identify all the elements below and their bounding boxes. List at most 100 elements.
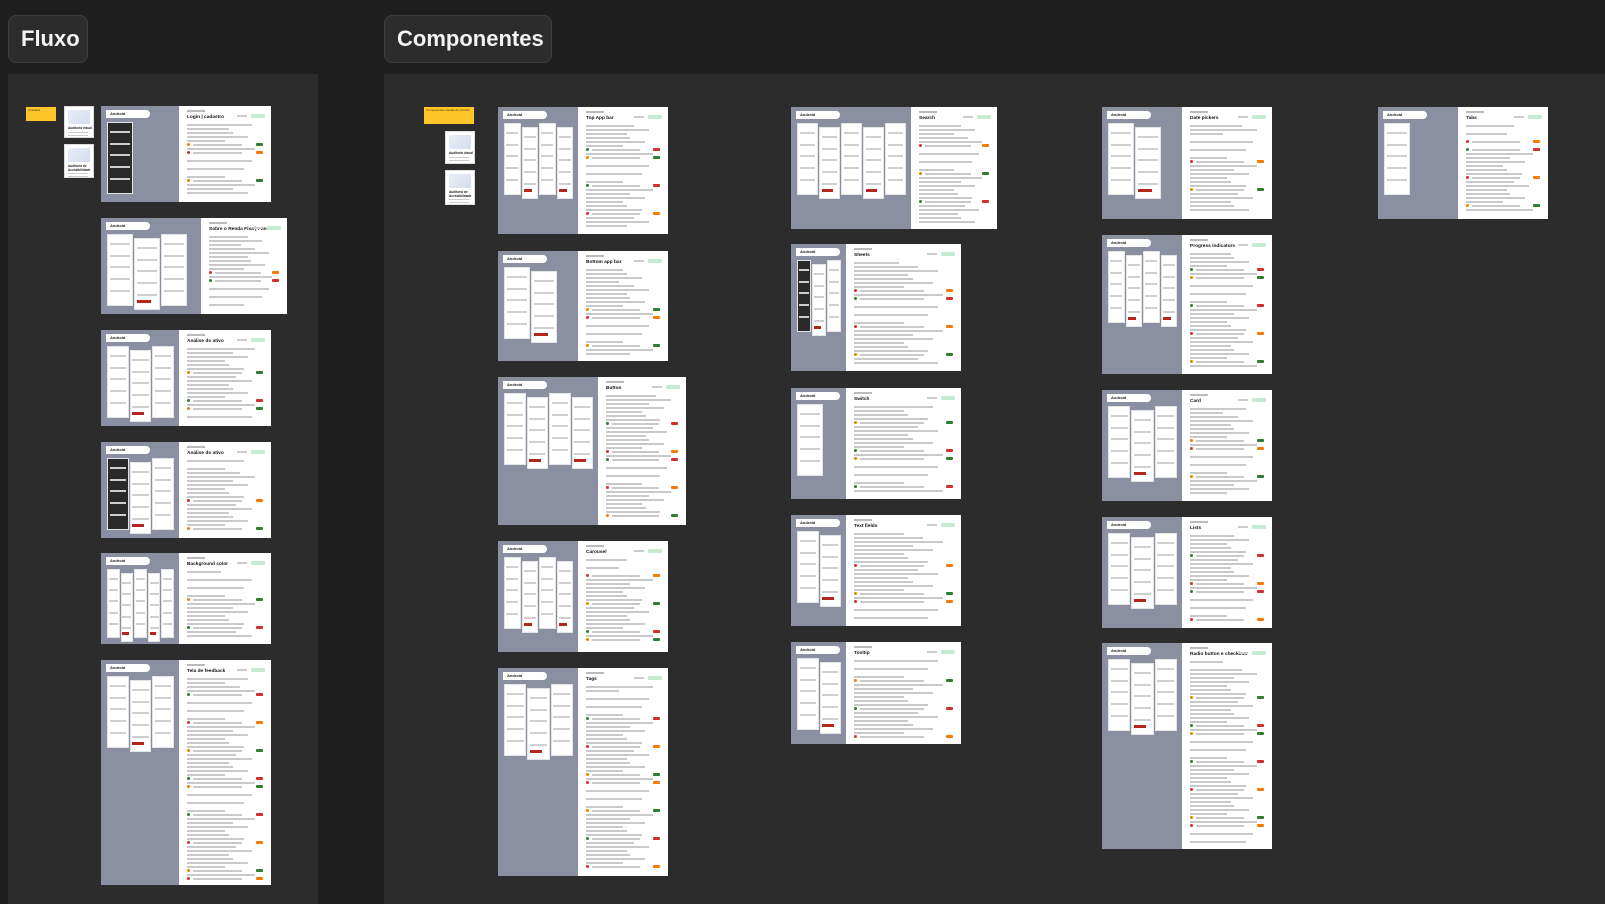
- frame-preview: Android: [101, 330, 179, 426]
- componentes-frame-13[interactable]: Android Lists: [1102, 517, 1272, 628]
- platform-label: Android: [106, 110, 150, 118]
- status-badge: [251, 561, 265, 565]
- sticky-note-componentes[interactable]: Componentes visuais do produto: [424, 107, 474, 124]
- componentes-frame-0[interactable]: Android Top App bar: [498, 107, 668, 234]
- componentes-frame-11[interactable]: Android Progress indicators: [1102, 235, 1272, 374]
- fluxo-frame-0[interactable]: Android Login | cadastro: [101, 106, 271, 202]
- screen-mockup: [1131, 537, 1154, 609]
- screen-mockup: [885, 123, 906, 195]
- screen-mockup: [1131, 410, 1154, 482]
- status-badge: [1252, 243, 1266, 247]
- platform-label: Android: [796, 111, 840, 119]
- frame-preview: Android: [791, 642, 846, 744]
- card-title: Auditoria de Acessibilidade: [68, 164, 91, 172]
- audit-card-visual-componentes[interactable]: Auditoria visual: [445, 131, 475, 164]
- platform-label: Android: [796, 248, 840, 256]
- frame-preview: Android: [101, 553, 179, 644]
- frame-preview: Android: [498, 541, 578, 652]
- fluxo-frame-1[interactable]: Android Sobre o Renda Fixa | Fundos: [101, 218, 287, 314]
- frame-title: Login | cadastro: [187, 115, 225, 120]
- frame-title: Tags: [586, 677, 597, 682]
- status-badge: [1252, 525, 1266, 529]
- frame-title: Bottom app bar: [586, 260, 622, 265]
- frame-documentation: Carousel: [578, 541, 668, 652]
- platform-label: Android: [796, 392, 840, 400]
- screen-mockup: [841, 123, 862, 195]
- frame-title: Análise do ativo: [187, 339, 224, 344]
- section-tab-componentes[interactable]: Componentes: [384, 15, 552, 63]
- frame-documentation: Tooltip: [846, 642, 961, 744]
- screen-mockup: [134, 569, 147, 638]
- screen-mockup: [556, 561, 573, 633]
- frame-title: Top App bar: [586, 116, 614, 121]
- audit-card-accessibility-componentes[interactable]: Auditoria de Acessibilidade: [445, 170, 475, 205]
- status-badge: [251, 450, 265, 454]
- componentes-frame-15[interactable]: Android Tabs: [1378, 107, 1548, 219]
- frame-title: Sheets: [854, 253, 870, 258]
- componentes-frame-10[interactable]: Android Date pickers: [1102, 107, 1272, 219]
- frame-documentation: Date pickers: [1182, 107, 1272, 219]
- platform-label: Android: [503, 381, 547, 389]
- componentes-frame-14[interactable]: Android Radio button e checkbox: [1102, 643, 1272, 849]
- fluxo-frame-3[interactable]: Android Análise do ativo: [101, 442, 271, 538]
- platform-label: Android: [106, 222, 150, 230]
- componentes-frame-4[interactable]: Android Tags: [498, 668, 668, 876]
- fluxo-frame-4[interactable]: Android Background color: [101, 553, 271, 644]
- componentes-frame-5[interactable]: Android Search: [791, 107, 997, 229]
- screen-mockup: [107, 234, 133, 306]
- screen-mockup: [521, 127, 538, 199]
- audit-card-visual-fluxo[interactable]: Auditoria visual: [64, 106, 94, 138]
- frame-preview: Android: [791, 107, 911, 229]
- fluxo-frame-2[interactable]: Android Análise do ativo: [101, 330, 271, 426]
- status-badge: [666, 385, 680, 389]
- frame-title: Carousel: [586, 550, 607, 555]
- componentes-frame-12[interactable]: Android Card: [1102, 390, 1272, 501]
- screen-mockup: [556, 127, 573, 199]
- fluxo-frame-5[interactable]: Android Tela de feedback: [101, 660, 271, 885]
- screen-mockup: [526, 397, 548, 469]
- status-badge: [1528, 115, 1542, 119]
- sticky-note-fluxo[interactable]: Checklist: [26, 107, 56, 121]
- componentes-frame-6[interactable]: Android Sheets: [791, 244, 961, 371]
- status-badge: [941, 650, 955, 654]
- status-badge: [251, 668, 265, 672]
- screen-mockup: [797, 123, 818, 195]
- frame-documentation: Switch: [846, 388, 961, 499]
- audit-card-accessibility-fluxo[interactable]: Auditoria de Acessibilidade: [64, 144, 94, 178]
- componentes-frame-1[interactable]: Android Bottom app bar: [498, 251, 668, 361]
- screen-mockup: [504, 267, 530, 339]
- screen-mockup: [147, 573, 161, 642]
- screen-mockup: [1154, 406, 1177, 478]
- platform-label: Android: [1107, 111, 1151, 119]
- status-badge: [267, 226, 281, 230]
- frame-documentation: Background color: [179, 553, 271, 644]
- frame-documentation: Análise do ativo: [179, 330, 271, 426]
- frame-preview: Android: [101, 218, 201, 314]
- platform-label: Android: [796, 646, 840, 654]
- componentes-frame-8[interactable]: Android Text fields: [791, 515, 961, 626]
- screen-mockup: [152, 676, 174, 748]
- frame-preview: Android: [1102, 643, 1182, 849]
- componentes-frame-7[interactable]: Android Switch: [791, 388, 961, 499]
- frame-preview: Android: [1102, 517, 1182, 628]
- frame-documentation: Bottom app bar: [578, 251, 668, 361]
- screen-mockup: [1125, 255, 1142, 327]
- frame-documentation: Sheets: [846, 244, 961, 371]
- screen-mockup: [1108, 123, 1134, 195]
- frame-preview: Android: [498, 107, 578, 234]
- screen-mockup: [521, 561, 538, 633]
- frame-documentation: Tags: [578, 668, 668, 876]
- screen-mockup: [827, 260, 841, 332]
- componentes-frame-3[interactable]: Android Carousel: [498, 541, 668, 652]
- card-title: Auditoria visual: [68, 126, 92, 130]
- componentes-frame-2[interactable]: Android Button: [498, 377, 686, 525]
- frame-documentation: Login | cadastro: [179, 106, 271, 202]
- screen-mockup: [152, 346, 174, 418]
- section-tab-fluxo[interactable]: Fluxo: [8, 15, 88, 63]
- componentes-frame-9[interactable]: Android Tooltip: [791, 642, 961, 744]
- screen-mockup: [107, 346, 129, 418]
- status-badge: [1252, 651, 1266, 655]
- frame-documentation: Análise do ativo: [179, 442, 271, 538]
- status-badge: [648, 549, 662, 553]
- frame-documentation: Tela de feedback: [179, 660, 271, 885]
